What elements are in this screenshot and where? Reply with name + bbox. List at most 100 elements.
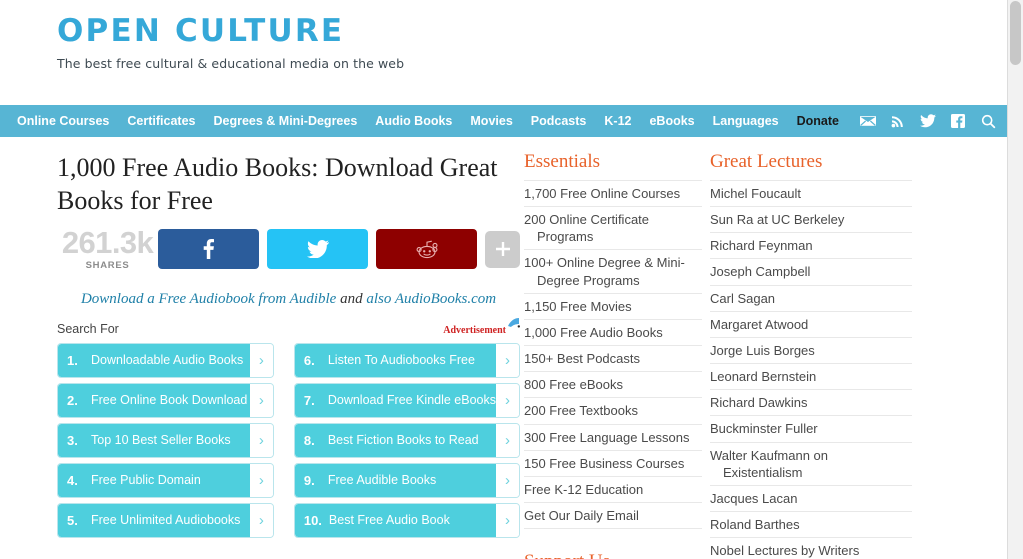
chevron-right-icon: › [249, 383, 273, 417]
share-count-value: 261.3k [61, 225, 154, 261]
nav-item-online-courses[interactable]: Online Courses [8, 105, 118, 137]
share-more-button[interactable] [485, 230, 520, 268]
ad-tile[interactable]: 4. Free Public Domain › [57, 462, 274, 498]
ad-tile[interactable]: 2. Free Online Book Download › [57, 382, 274, 418]
nav-item-languages[interactable]: Languages [704, 105, 788, 137]
ad-tile[interactable]: 6. Listen To Audiobooks Free › [293, 342, 520, 378]
nav-item-k12[interactable]: K-12 [595, 105, 640, 137]
ad-tile-body: 8. Best Fiction Books to Read [294, 423, 496, 457]
share-reddit-button[interactable] [376, 229, 478, 270]
facebook-icon[interactable] [950, 113, 966, 129]
nav-item-degrees-mini-degrees[interactable]: Degrees & Mini-Degrees [204, 105, 366, 137]
list-item[interactable]: Richard Feynman [710, 233, 912, 260]
list-item[interactable]: 800 Free eBooks [524, 372, 702, 399]
reddit-icon [416, 240, 438, 259]
list-item[interactable]: Buckminster Fuller [710, 416, 912, 443]
list-item[interactable]: Sun Ra at UC Berkeley [710, 207, 912, 234]
site-logo[interactable]: OPEN CULTURE The best free cultural & ed… [57, 16, 405, 72]
list-item[interactable]: Roland Barthes [710, 512, 912, 539]
search-icon[interactable] [980, 113, 996, 129]
search-for-label: Search For [57, 321, 119, 336]
list-item[interactable]: Jorge Luis Borges [710, 338, 912, 365]
ad-tile[interactable]: 10. Best Free Audio Book › [293, 502, 520, 538]
ad-tile-body: 5. Free Unlimited Audiobooks [58, 503, 250, 537]
ad-tile-number: 10. [303, 512, 322, 528]
rss-icon[interactable] [890, 113, 906, 129]
ad-tile-label: Free Unlimited Audiobooks [91, 513, 241, 528]
list-item[interactable]: 1,000 Free Audio Books [524, 320, 702, 347]
ad-tile-label: Free Public Domain [91, 473, 201, 488]
audiobook-promo-line: Download a Free Audiobook from Audible a… [57, 291, 520, 308]
list-item[interactable]: 150 Free Business Courses [524, 451, 702, 477]
list-item[interactable]: 150+ Best Podcasts [524, 346, 702, 373]
logo-tagline: The best free cultural & educational med… [57, 56, 405, 71]
nav-item-audio-books[interactable]: Audio Books [366, 105, 461, 137]
audiobooks-com-link[interactable]: also AudioBooks.com [366, 291, 496, 307]
ad-tile-body: 7. Download Free Kindle eBooks [294, 383, 496, 417]
list-item[interactable]: 100+ Online Degree & Mini-Degree Program… [524, 250, 702, 294]
scrollbar-thumb[interactable] [1010, 1, 1021, 65]
share-bar: 261.3k SHARES [57, 226, 520, 273]
ad-tile-body: 10. Best Free Audio Book [294, 503, 496, 537]
ad-tile-number: 7. [303, 392, 315, 408]
list-item[interactable]: Joseph Campbell [710, 259, 912, 286]
nav-item-donate[interactable]: Donate [788, 105, 848, 137]
list-item[interactable]: Michel Foucault [710, 181, 912, 208]
nav-item-certificates[interactable]: Certificates [118, 105, 204, 137]
ad-tile-label: Downloadable Audio Books [91, 353, 244, 368]
ad-tile[interactable]: 1. Downloadable Audio Books › [57, 342, 274, 378]
masthead: OPEN CULTURE The best free cultural & ed… [0, 0, 1008, 105]
share-count-label: SHARES [85, 260, 130, 272]
list-item[interactable]: 1,700 Free Online Courses [524, 181, 702, 208]
twitter-icon[interactable] [920, 113, 936, 129]
list-item[interactable]: Jacques Lacan [710, 486, 912, 513]
search-ad-widget: Search For Advertisement 1. Downloadable… [57, 317, 520, 543]
chevron-right-icon: › [249, 463, 273, 497]
advertisement-text: Advertisement [443, 324, 506, 336]
ad-tile-label: Free Online Book Download [91, 393, 248, 408]
list-item[interactable]: Carl Sagan [710, 286, 912, 312]
ad-tile-body: 1. Downloadable Audio Books [58, 343, 250, 377]
ad-tile[interactable]: 8. Best Fiction Books to Read › [293, 422, 520, 458]
ad-tile-label: Top 10 Best Seller Books [91, 433, 231, 448]
list-item[interactable]: Leonard Bernstein [710, 364, 912, 391]
list-item[interactable]: Get Our Daily Email [524, 503, 702, 530]
chevron-right-icon: › [249, 423, 273, 457]
ad-tile[interactable]: 7. Download Free Kindle eBooks › [293, 382, 520, 418]
list-item[interactable]: 1,150 Free Movies [524, 294, 702, 320]
audible-link[interactable]: Download a Free Audiobook from Audible [81, 291, 336, 307]
nav-item-movies[interactable]: Movies [461, 105, 521, 137]
ad-tile-number: 8. [303, 432, 315, 448]
list-item[interactable]: 300 Free Language Lessons [524, 425, 702, 451]
share-facebook-button[interactable] [158, 229, 260, 270]
ad-tile-label: Best Free Audio Book [328, 513, 450, 528]
ad-tile[interactable]: 3. Top 10 Best Seller Books › [57, 422, 274, 458]
ad-tile[interactable]: 9. Free Audible Books › [293, 462, 520, 498]
ad-tile-number: 9. [303, 472, 315, 488]
list-item[interactable]: Nobel Lectures by Writers [710, 538, 912, 559]
nav-item-ebooks[interactable]: eBooks [640, 105, 703, 137]
page-scrollbar[interactable] [1007, 0, 1023, 559]
list-item[interactable]: 200 Free Textbooks [524, 398, 702, 425]
ad-tile-label: Download Free Kindle eBooks [327, 393, 496, 408]
list-item[interactable]: Margaret Atwood [710, 312, 912, 338]
ad-tile[interactable]: 5. Free Unlimited Audiobooks › [57, 502, 274, 538]
twitter-icon [306, 240, 329, 259]
ad-tile-label: Free Audible Books [327, 473, 437, 488]
list-item[interactable]: Richard Dawkins [710, 390, 912, 417]
list-item[interactable]: 200 Online Certificate Programs [524, 207, 702, 251]
list-item[interactable]: Free K-12 Education [524, 477, 702, 504]
page-content: 1,000 Free Audio Books: Download Great B… [0, 137, 1008, 559]
ad-choices-arrow-icon[interactable] [508, 317, 520, 331]
nav-social-icons [860, 113, 1002, 129]
essentials-list: 1,700 Free Online Courses 200 Online Cer… [524, 180, 702, 530]
support-us-heading: Support Us [524, 551, 702, 559]
ad-tile-number: 5. [67, 512, 78, 528]
nav-item-podcasts[interactable]: Podcasts [522, 105, 596, 137]
share-twitter-button[interactable] [267, 229, 369, 270]
email-icon[interactable] [860, 113, 876, 129]
great-lectures-heading: Great Lectures [710, 151, 823, 172]
ad-tile-body: 2. Free Online Book Download [58, 383, 250, 417]
ad-tile-label: Best Fiction Books to Read [327, 433, 479, 448]
list-item[interactable]: Walter Kaufmann on Existentialism [710, 443, 912, 486]
